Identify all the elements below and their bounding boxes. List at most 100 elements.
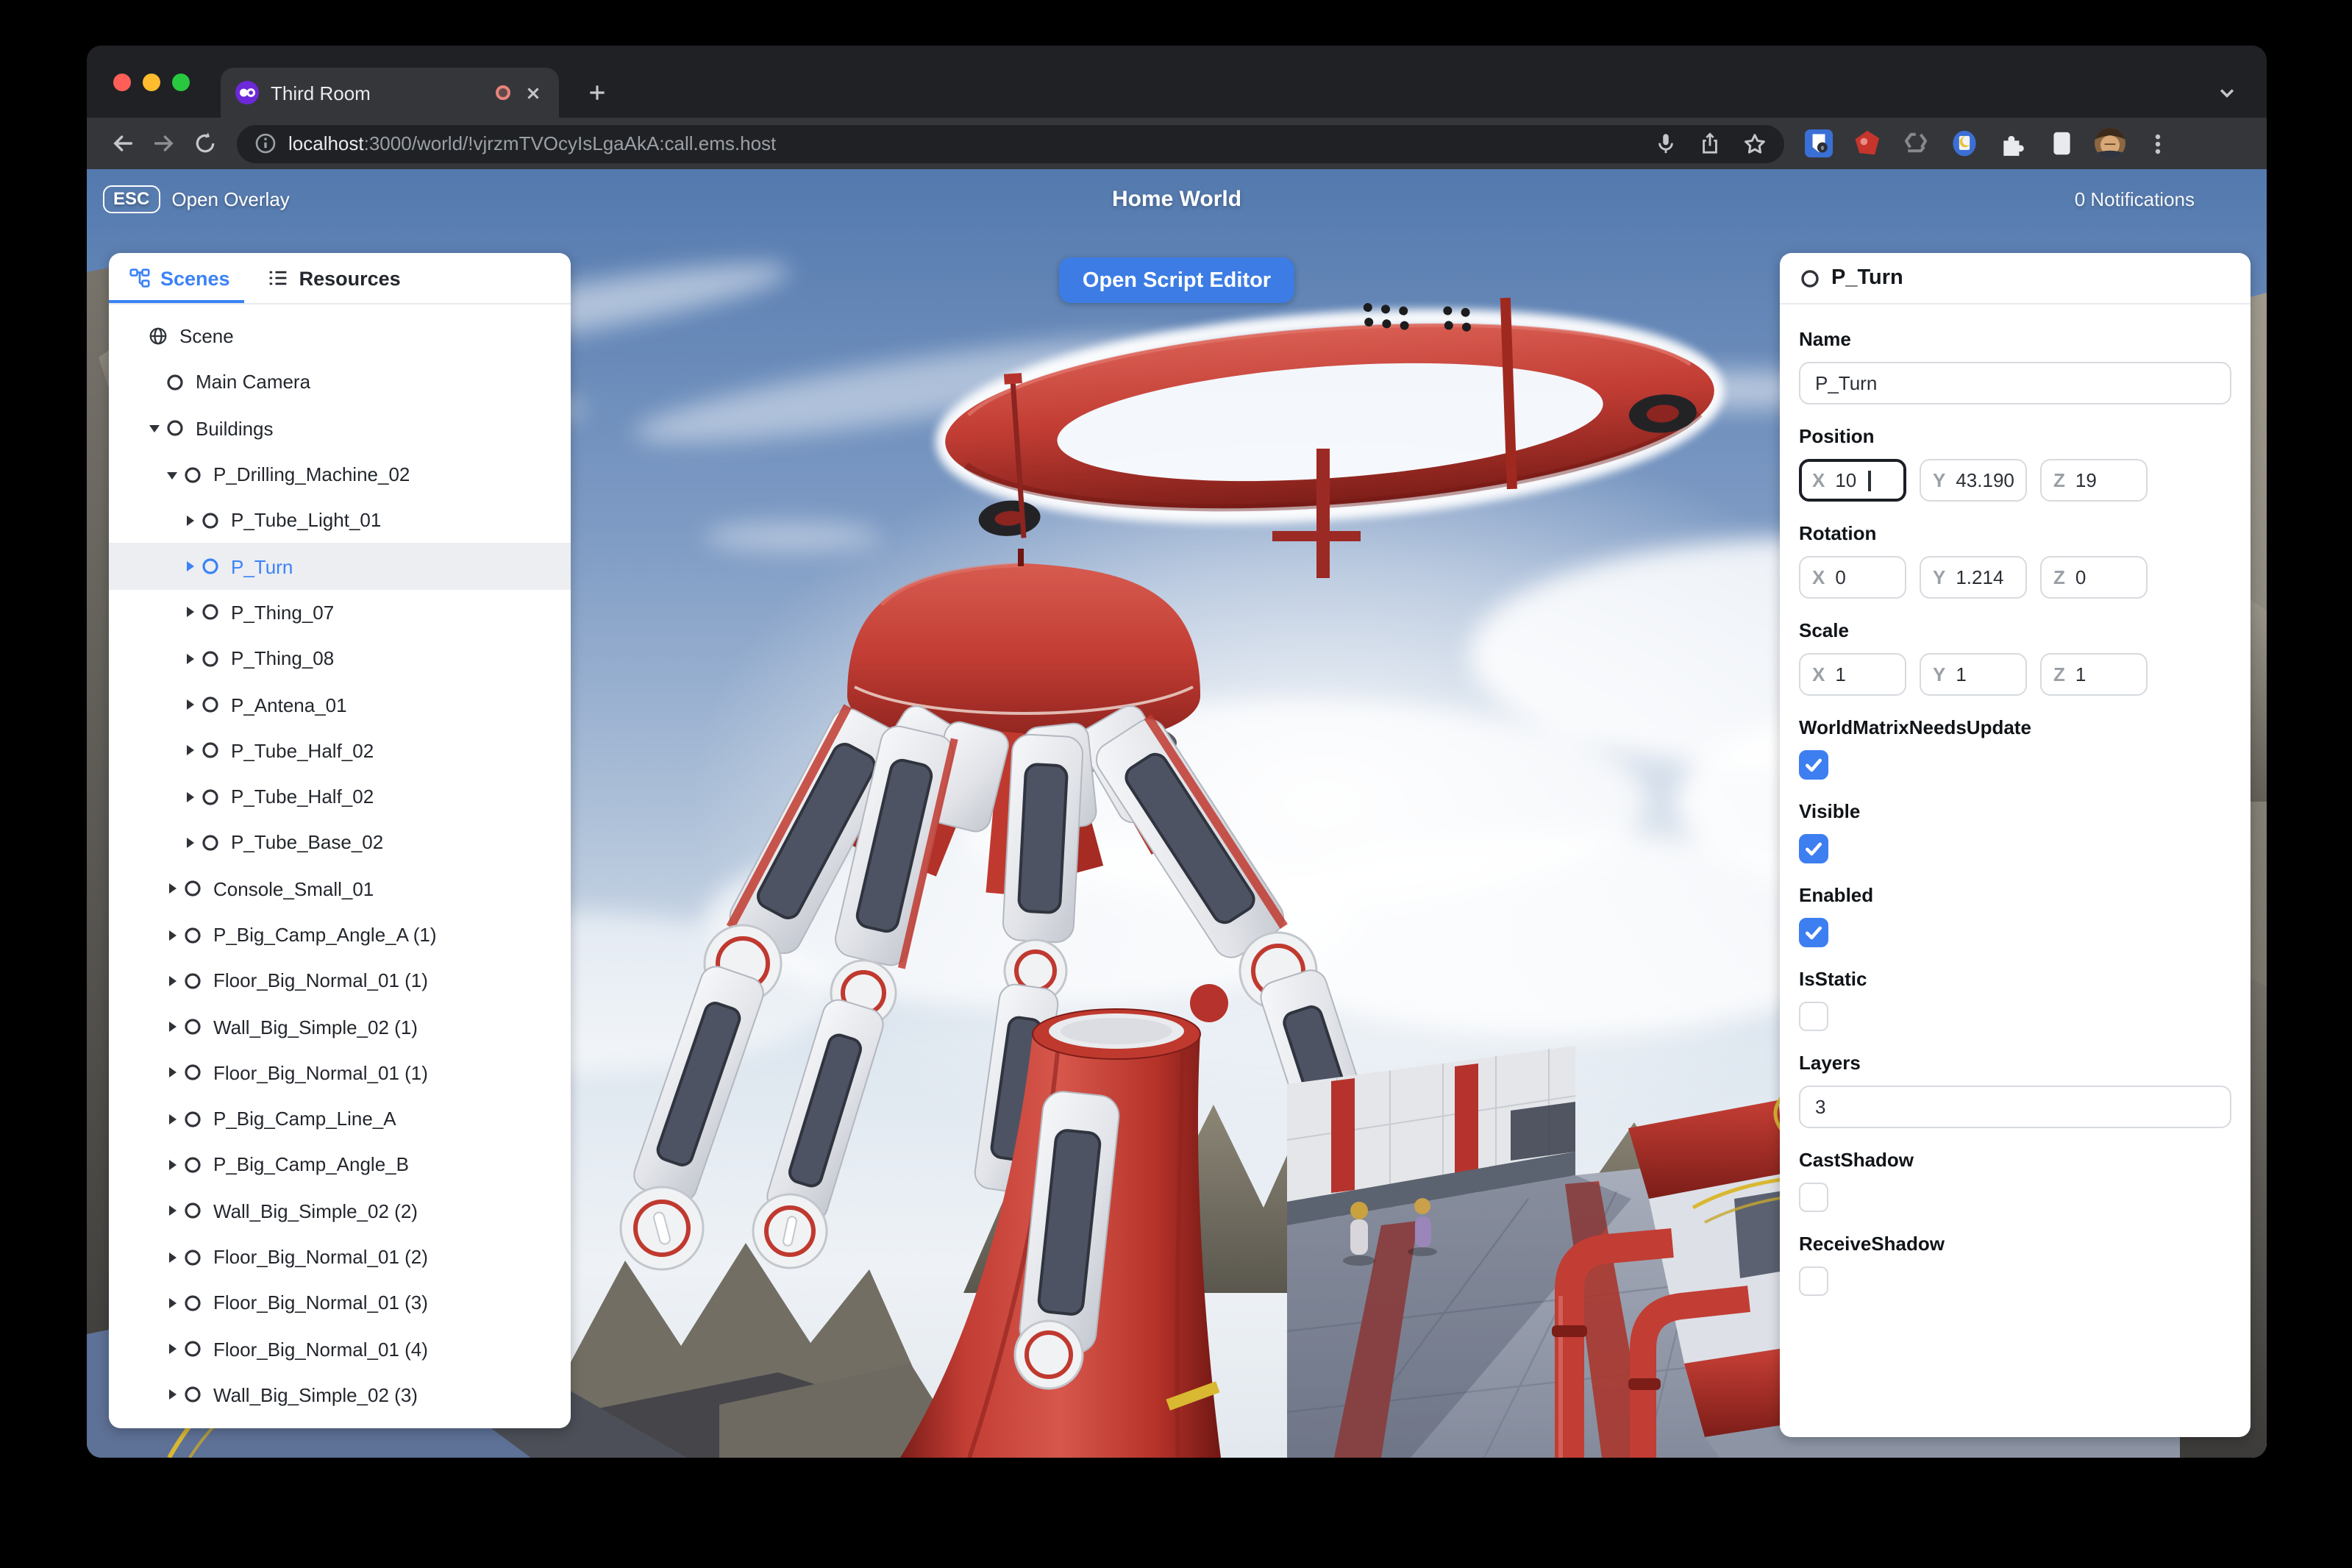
browser-tab[interactable]: Third Room	[221, 68, 559, 118]
scale-z-input[interactable]: Z1	[2040, 653, 2148, 696]
caret-right-icon[interactable]	[165, 1111, 184, 1126]
reload-button[interactable]	[184, 123, 225, 164]
checkbox-visible[interactable]	[1799, 834, 1828, 863]
tree-node-p-antena-01[interactable]: P_Antena_01	[109, 682, 571, 728]
tree-node-main-camera[interactable]: Main Camera	[109, 360, 571, 406]
profile-avatar[interactable]	[2093, 127, 2125, 160]
extensions-row	[1802, 127, 2174, 160]
axis-value: 10	[1835, 469, 1857, 491]
caret-right-icon[interactable]	[182, 789, 202, 804]
microphone-icon[interactable]	[1655, 132, 1677, 154]
extensions-puzzle-icon[interactable]	[1996, 127, 2028, 160]
tree-node-p-big-camp-angle-b[interactable]: P_Big_Camp_Angle_B	[109, 1142, 571, 1189]
close-window-button[interactable]	[113, 74, 131, 91]
tree-node-buildings[interactable]: Buildings	[109, 405, 571, 452]
inspector-panel: P_Turn NamePositionX10Y43.190Z19Rotation…	[1780, 253, 2251, 1437]
tab-search-button[interactable]	[2211, 76, 2243, 109]
tree-node-floor-big-normal-01-1-[interactable]: Floor_Big_Normal_01 (1)	[109, 1050, 571, 1097]
field-input-name[interactable]	[1799, 362, 2231, 405]
notifications-counter[interactable]: 0 Notifications	[2075, 188, 2195, 210]
caret-right-icon[interactable]	[182, 744, 202, 758]
caret-right-icon[interactable]	[165, 974, 184, 988]
open-script-editor-button[interactable]: Open Script Editor	[1058, 257, 1295, 303]
tree-node-floor-big-normal-01-3-[interactable]: Floor_Big_Normal_01 (3)	[109, 1280, 571, 1326]
forward-button[interactable]	[143, 123, 184, 164]
address-bar[interactable]: localhost:3000/world/!vjrzmTVOcyIsLgaAkA…	[237, 124, 1784, 163]
caret-right-icon[interactable]	[165, 927, 184, 942]
tree-node-p-drilling-machine-02[interactable]: P_Drilling_Machine_02	[109, 452, 571, 498]
tree-node-p-big-camp-line-a[interactable]: P_Big_Camp_Line_A	[109, 1096, 571, 1142]
tree-node-p-big-camp-angle-a-1-[interactable]: P_Big_Camp_Angle_A (1)	[109, 912, 571, 958]
caret-right-icon[interactable]	[165, 1388, 184, 1403]
new-tab-button[interactable]	[581, 76, 613, 109]
scale-x-input[interactable]: X1	[1799, 653, 1906, 696]
caret-right-icon[interactable]	[165, 881, 184, 896]
checkbox-isstatic[interactable]	[1799, 1002, 1828, 1031]
tree-node-floor-big-normal-01-1-[interactable]: Floor_Big_Normal_01 (1)	[109, 958, 571, 1004]
tree-node-p-thing-07[interactable]: P_Thing_07	[109, 590, 571, 636]
minimize-window-button[interactable]	[143, 74, 160, 91]
caret-right-icon[interactable]	[165, 1341, 184, 1356]
tree-node-console-small-01[interactable]: Console_Small_01	[109, 866, 571, 912]
side-panel-icon[interactable]	[2045, 127, 2077, 160]
position-x-input[interactable]: X 10	[1799, 459, 1906, 502]
tree-node-p-tube-light-01[interactable]: P_Tube_Light_01	[109, 497, 571, 544]
traffic-lights	[113, 74, 190, 91]
browser-menu-button[interactable]	[2142, 127, 2174, 160]
tree-node-p-tube-half-02[interactable]: P_Tube_Half_02	[109, 774, 571, 820]
checkbox-enabled[interactable]	[1799, 918, 1828, 947]
share-icon[interactable]	[1699, 132, 1721, 154]
caret-right-icon[interactable]	[165, 1204, 184, 1219]
circle-icon	[184, 1156, 202, 1174]
tree-node-p-tube-half-02[interactable]: P_Tube_Half_02	[109, 727, 571, 774]
text-cursor	[1868, 470, 1871, 491]
tree-node-p-thing-08[interactable]: P_Thing_08	[109, 635, 571, 682]
recycle-extension-icon[interactable]	[1899, 127, 1931, 160]
rotation-z-input[interactable]: Z0	[2040, 556, 2148, 599]
tab-resources[interactable]: Resources	[268, 253, 401, 303]
circle-icon	[184, 1018, 202, 1036]
tree-node-p-tube-base-02[interactable]: P_Tube_Base_02	[109, 820, 571, 866]
caret-down-icon[interactable]	[165, 467, 184, 482]
tree-node-scene[interactable]: Scene	[109, 313, 571, 360]
rotation-x-input[interactable]: X0	[1799, 556, 1906, 599]
tab-scenes[interactable]: Scenes	[109, 253, 246, 303]
caret-right-icon[interactable]	[182, 835, 202, 850]
caret-right-icon[interactable]	[165, 1066, 184, 1080]
scale-y-input[interactable]: Y1	[1920, 653, 2027, 696]
back-button[interactable]	[101, 123, 143, 164]
caret-right-icon[interactable]	[182, 559, 202, 574]
globe-icon	[149, 327, 168, 346]
node-label: Scene	[179, 325, 234, 348]
node-label: P_Tube_Half_02	[231, 785, 374, 808]
tree-node-wall-big-simple-02-3-[interactable]: Wall_Big_Simple_02 (3)	[109, 1372, 571, 1419]
checkbox-castshadow[interactable]	[1799, 1183, 1828, 1212]
caret-right-icon[interactable]	[182, 513, 202, 528]
checkbox-receiveshadow[interactable]	[1799, 1266, 1828, 1296]
bookmark-star-icon[interactable]	[1743, 132, 1767, 155]
caret-right-icon[interactable]	[165, 1158, 184, 1172]
caret-right-icon[interactable]	[165, 1019, 184, 1034]
tree-node-wall-big-simple-02-2-[interactable]: Wall_Big_Simple_02 (2)	[109, 1188, 571, 1234]
caret-down-icon[interactable]	[147, 421, 166, 435]
field-input-layers[interactable]	[1799, 1086, 2231, 1128]
caret-right-icon[interactable]	[165, 1296, 184, 1311]
tab-close-icon[interactable]	[522, 82, 544, 104]
tree-node-p-turn[interactable]: P_Turn	[109, 543, 571, 590]
position-y-input[interactable]: Y 43.190	[1920, 459, 2027, 502]
caret-right-icon[interactable]	[165, 1250, 184, 1264]
tree-node-floor-big-normal-01-4-[interactable]: Floor_Big_Normal_01 (4)	[109, 1326, 571, 1372]
night-mode-extension-icon[interactable]	[1947, 127, 1980, 160]
tree-node-wall-big-simple-02-1-[interactable]: Wall_Big_Simple_02 (1)	[109, 1004, 571, 1050]
checkbox-worldmatrixneedsupdate[interactable]	[1799, 750, 1828, 780]
tree-node-floor-big-normal-01-2-[interactable]: Floor_Big_Normal_01 (2)	[109, 1234, 571, 1280]
password-manager-extension-icon[interactable]	[1802, 127, 1834, 160]
red-extension-icon[interactable]	[1850, 127, 1883, 160]
back-arrow-icon	[113, 135, 132, 152]
caret-right-icon[interactable]	[182, 605, 202, 620]
caret-right-icon[interactable]	[182, 651, 202, 666]
zoom-window-button[interactable]	[172, 74, 190, 91]
caret-right-icon[interactable]	[182, 697, 202, 712]
position-z-input[interactable]: Z 19	[2040, 459, 2148, 502]
rotation-y-input[interactable]: Y 1.214	[1920, 556, 2027, 599]
